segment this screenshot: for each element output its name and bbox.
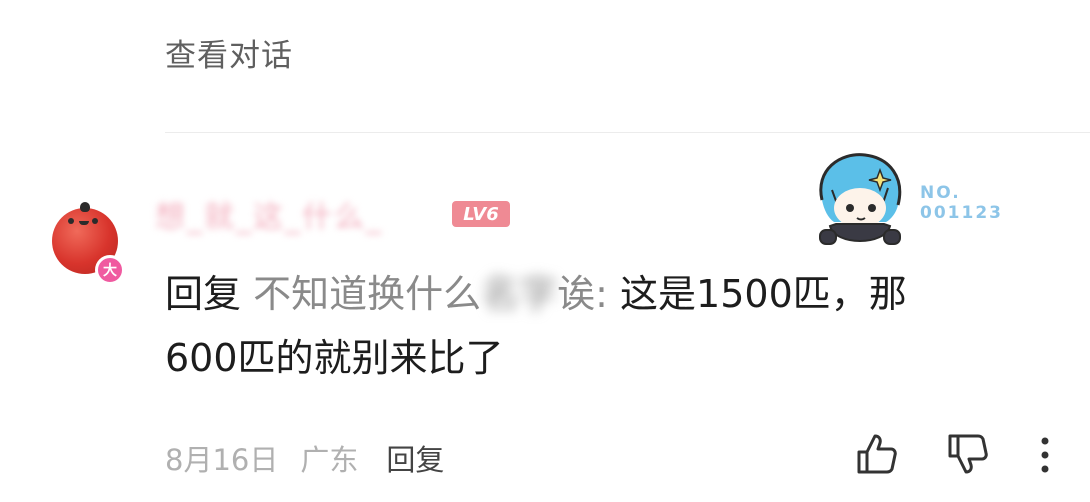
- avatar-badge: 大: [95, 255, 125, 285]
- apple-avatar-icon: [80, 202, 90, 212]
- comment-body: 回复 不知道换什么名字诶: 这是1500匹，那 600匹的就别来比了: [165, 272, 907, 380]
- comment-date: 8月16日: [165, 443, 279, 477]
- view-conversation-link[interactable]: 查看对话: [165, 30, 293, 75]
- username[interactable]: 想_就_这_什么_: [155, 192, 383, 236]
- comment-location: 广东: [300, 443, 359, 477]
- reply-button[interactable]: 回复: [386, 443, 444, 477]
- comment-meta: 8月16日 广东 回复: [165, 437, 466, 479]
- more-vertical-icon[interactable]: [1038, 436, 1052, 476]
- reply-target-name[interactable]: 不知道换什么名字诶:: [253, 272, 608, 316]
- sticker-number: NO. 001123: [920, 183, 1003, 223]
- anime-sticker-icon: [819, 153, 902, 245]
- thumbs-down-icon[interactable]: [946, 432, 990, 476]
- thumbs-up-icon[interactable]: [855, 432, 899, 476]
- divider: [165, 132, 1090, 133]
- level-badge: LV6: [452, 201, 510, 227]
